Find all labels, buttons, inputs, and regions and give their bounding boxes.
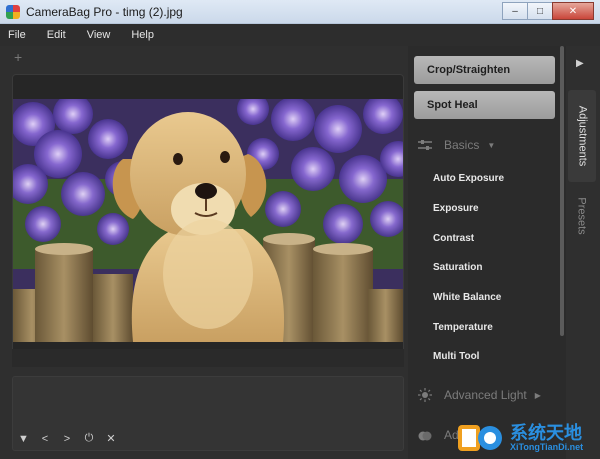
maximize-button[interactable]: □ <box>527 2 553 20</box>
adjustment-multi-tool[interactable]: Multi Tool <box>433 351 479 362</box>
window-controls: – □ ✕ <box>502 2 594 21</box>
collapse-icon[interactable]: ▼ <box>18 433 29 445</box>
window-title: CameraBag Pro - timg (2).jpg <box>26 5 183 19</box>
adjustment-white-balance[interactable]: White Balance <box>433 292 501 303</box>
crop-straighten-button[interactable]: Crop/Straighten <box>414 56 555 84</box>
side-tabs: ▶ Adjustments Presets <box>566 46 600 459</box>
tab-adjustments[interactable]: Adjustments <box>568 90 596 182</box>
next-icon[interactable]: > <box>62 433 72 445</box>
puppy-photo <box>13 99 403 342</box>
watermark-cn: 系统天地 <box>510 422 582 443</box>
tab-presets-label: Presets <box>576 197 589 235</box>
adjustment-exposure[interactable]: Exposure <box>433 203 479 214</box>
tab-adjustments-label: Adjustments <box>576 105 588 167</box>
adjustment-saturation[interactable]: Saturation <box>433 262 482 273</box>
adjustments-panel: Crop/Straighten Spot Heal Basics ▼ Auto … <box>408 46 566 459</box>
section-basics[interactable]: Basics ▼ <box>418 138 495 152</box>
power-icon[interactable]: ⏻ <box>84 432 94 445</box>
menu-file[interactable]: File <box>8 29 26 41</box>
spot-heal-button[interactable]: Spot Heal <box>414 91 555 119</box>
adjustment-contrast[interactable]: Contrast <box>433 233 474 244</box>
chevron-down-icon: ▼ <box>487 140 496 150</box>
photo-canvas[interactable] <box>13 99 403 342</box>
site-watermark: 系统天地 XiTongTianDi.net <box>458 416 600 459</box>
menu-view[interactable]: View <box>87 29 111 41</box>
panel-scrollbar[interactable] <box>558 46 566 459</box>
chevron-right-icon: ▶ <box>534 390 541 400</box>
tab-presets[interactable]: Presets <box>568 188 596 244</box>
film-strip-controls: ▼ < > ⏻ ✕ <box>18 432 116 445</box>
main-area: + ▼ < > ⏻ ✕ Crop/Straighten Spot Heal Ba… <box>0 46 600 459</box>
section-advanced-color-label: Ad <box>444 428 459 442</box>
title-bar: CameraBag Pro - timg (2).jpg – □ ✕ <box>0 0 600 24</box>
menu-edit[interactable]: Edit <box>47 29 66 41</box>
watermark-logo <box>458 421 504 455</box>
menu-bar: File Edit View Help <box>0 24 600 46</box>
adjustment-temperature[interactable]: Temperature <box>433 322 493 333</box>
adjustment-auto-exposure[interactable]: Auto Exposure <box>433 173 504 184</box>
close-icon[interactable]: ✕ <box>106 432 116 445</box>
add-tab-button[interactable]: + <box>14 49 22 65</box>
watermark-en: XiTongTianDi.net <box>510 441 584 452</box>
scroll-thumb[interactable] <box>560 46 564 336</box>
collapse-panel-icon[interactable]: ▶ <box>576 58 584 69</box>
section-advanced-light[interactable]: Advanced Light ▶ <box>418 388 541 402</box>
sliders-icon <box>418 139 434 151</box>
section-basics-label: Basics <box>444 138 480 152</box>
sun-icon <box>418 388 434 402</box>
close-button[interactable]: ✕ <box>552 2 594 20</box>
previous-icon[interactable]: < <box>40 433 50 445</box>
app-icon <box>6 5 20 19</box>
section-advanced-color[interactable]: Ad <box>418 428 459 442</box>
image-status-strip <box>12 349 404 367</box>
color-drop-icon <box>418 428 434 442</box>
minimize-button[interactable]: – <box>502 2 528 20</box>
section-advanced-light-label: Advanced Light <box>444 388 527 402</box>
menu-help[interactable]: Help <box>131 29 154 41</box>
